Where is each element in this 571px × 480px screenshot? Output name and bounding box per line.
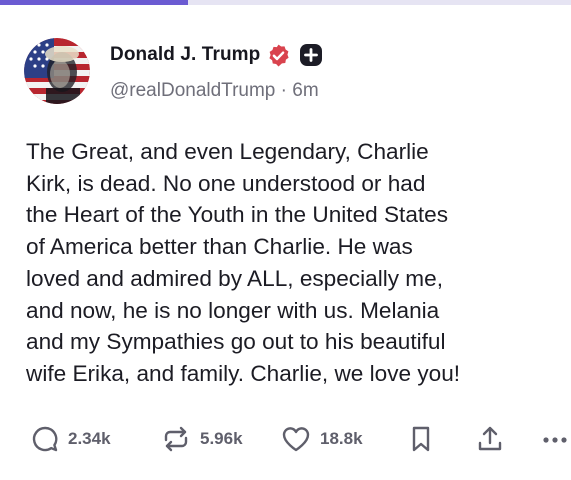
post-line: Kirk, is dead. No one understood or had [26,170,426,196]
post-line: of America better than Charlie. He was [26,234,413,260]
reply-icon [30,424,60,454]
avatar[interactable] [24,38,90,104]
share-icon [476,424,504,454]
progress-track [0,0,571,5]
post-line: The Great, and even Legendary, Charlie [26,139,429,164]
bookmark-button[interactable] [408,422,434,456]
post-body: The Great, and even Legendary, Charlie K… [26,136,556,390]
like-count: 18.8k [320,429,363,448]
retruth-count: 5.96k [200,429,243,448]
post-header: Donald J. Trump @realDonaldTrump · 6m [24,38,564,110]
progress-fill [0,0,189,5]
post-line: and now, he is no longer with us. Melani… [26,297,440,323]
post-line: the Heart of the Youth in the United Sta… [26,202,449,228]
reply-count: 2.34k [68,429,111,448]
reply-button[interactable]: 2.34k [30,422,111,456]
like-button[interactable]: 18.8k [280,422,363,456]
post-line: and my Sympathies go out to his beautifu… [26,329,446,355]
handle[interactable]: @realDonaldTrump [110,80,275,101]
retruth-icon [160,424,192,454]
display-name[interactable]: Donald J. Trump [110,44,260,66]
more-icon [542,424,571,454]
plus-icon[interactable] [299,43,323,67]
post-line: wife Erika, and family. Charlie, we love… [26,360,461,386]
action-bar: 2.34k 5.96k 18.8k [30,422,571,456]
display-name-row: Donald J. Trump [110,42,323,68]
separator: · [280,80,287,101]
handle-row: @realDonaldTrump · 6m [110,80,319,102]
more-button[interactable] [542,422,571,456]
timestamp[interactable]: 6m [292,80,318,101]
bookmark-icon [408,424,434,454]
share-button[interactable] [476,422,504,456]
post-line: loved and admired by ALL, especially me, [26,265,443,291]
heart-icon [280,424,312,454]
retruth-button[interactable]: 5.96k [160,422,243,456]
verified-badge-icon [266,43,291,68]
